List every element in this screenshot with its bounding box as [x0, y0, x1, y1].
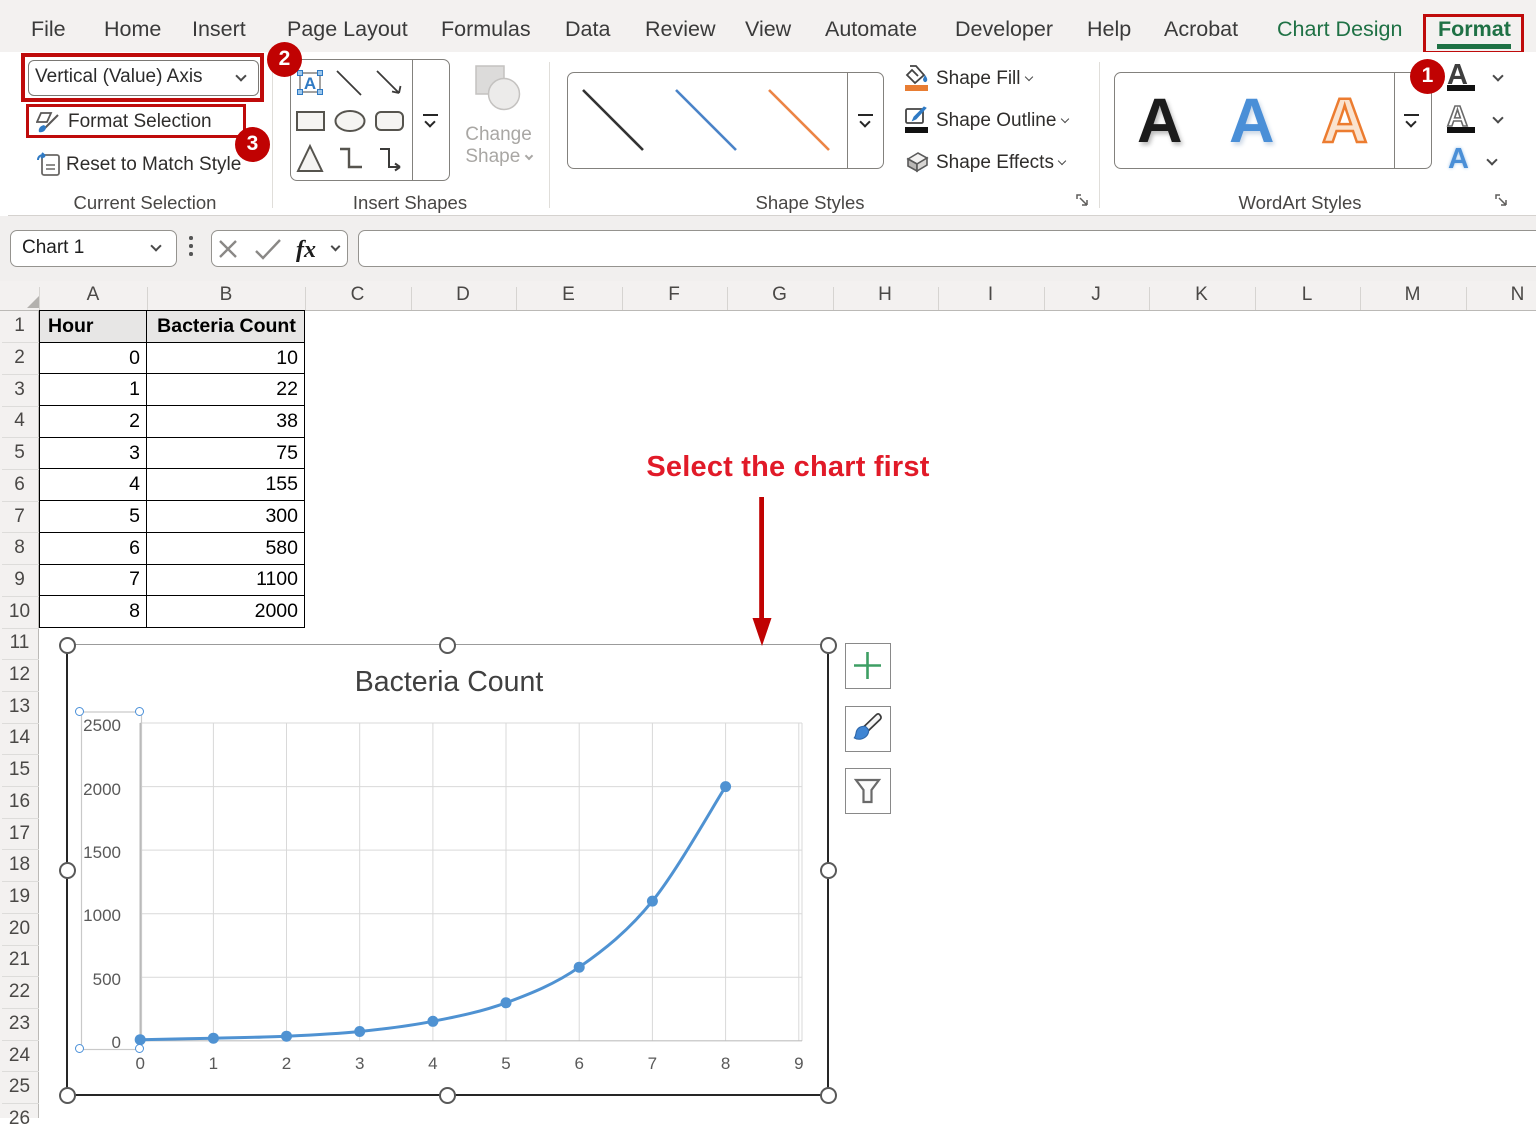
svg-text:9: 9 — [794, 1054, 803, 1073]
svg-text:7: 7 — [648, 1054, 657, 1073]
svg-text:500: 500 — [93, 970, 121, 989]
svg-text:1500: 1500 — [83, 843, 121, 862]
svg-text:2: 2 — [282, 1054, 291, 1073]
svg-text:0: 0 — [112, 1033, 121, 1052]
svg-text:1000: 1000 — [83, 906, 121, 925]
svg-text:0: 0 — [135, 1054, 144, 1073]
svg-text:Bacteria Count: Bacteria Count — [355, 666, 544, 698]
svg-text:3: 3 — [355, 1054, 364, 1073]
svg-text:8: 8 — [721, 1054, 730, 1073]
svg-text:1: 1 — [209, 1054, 218, 1073]
svg-text:A: A — [304, 74, 316, 93]
svg-text:5: 5 — [501, 1054, 510, 1073]
svg-text:2500: 2500 — [83, 716, 121, 735]
svg-text:fx: fx — [296, 237, 316, 263]
svg-text:2000: 2000 — [83, 780, 121, 799]
svg-text:6: 6 — [574, 1054, 583, 1073]
svg-text:4: 4 — [428, 1054, 437, 1073]
